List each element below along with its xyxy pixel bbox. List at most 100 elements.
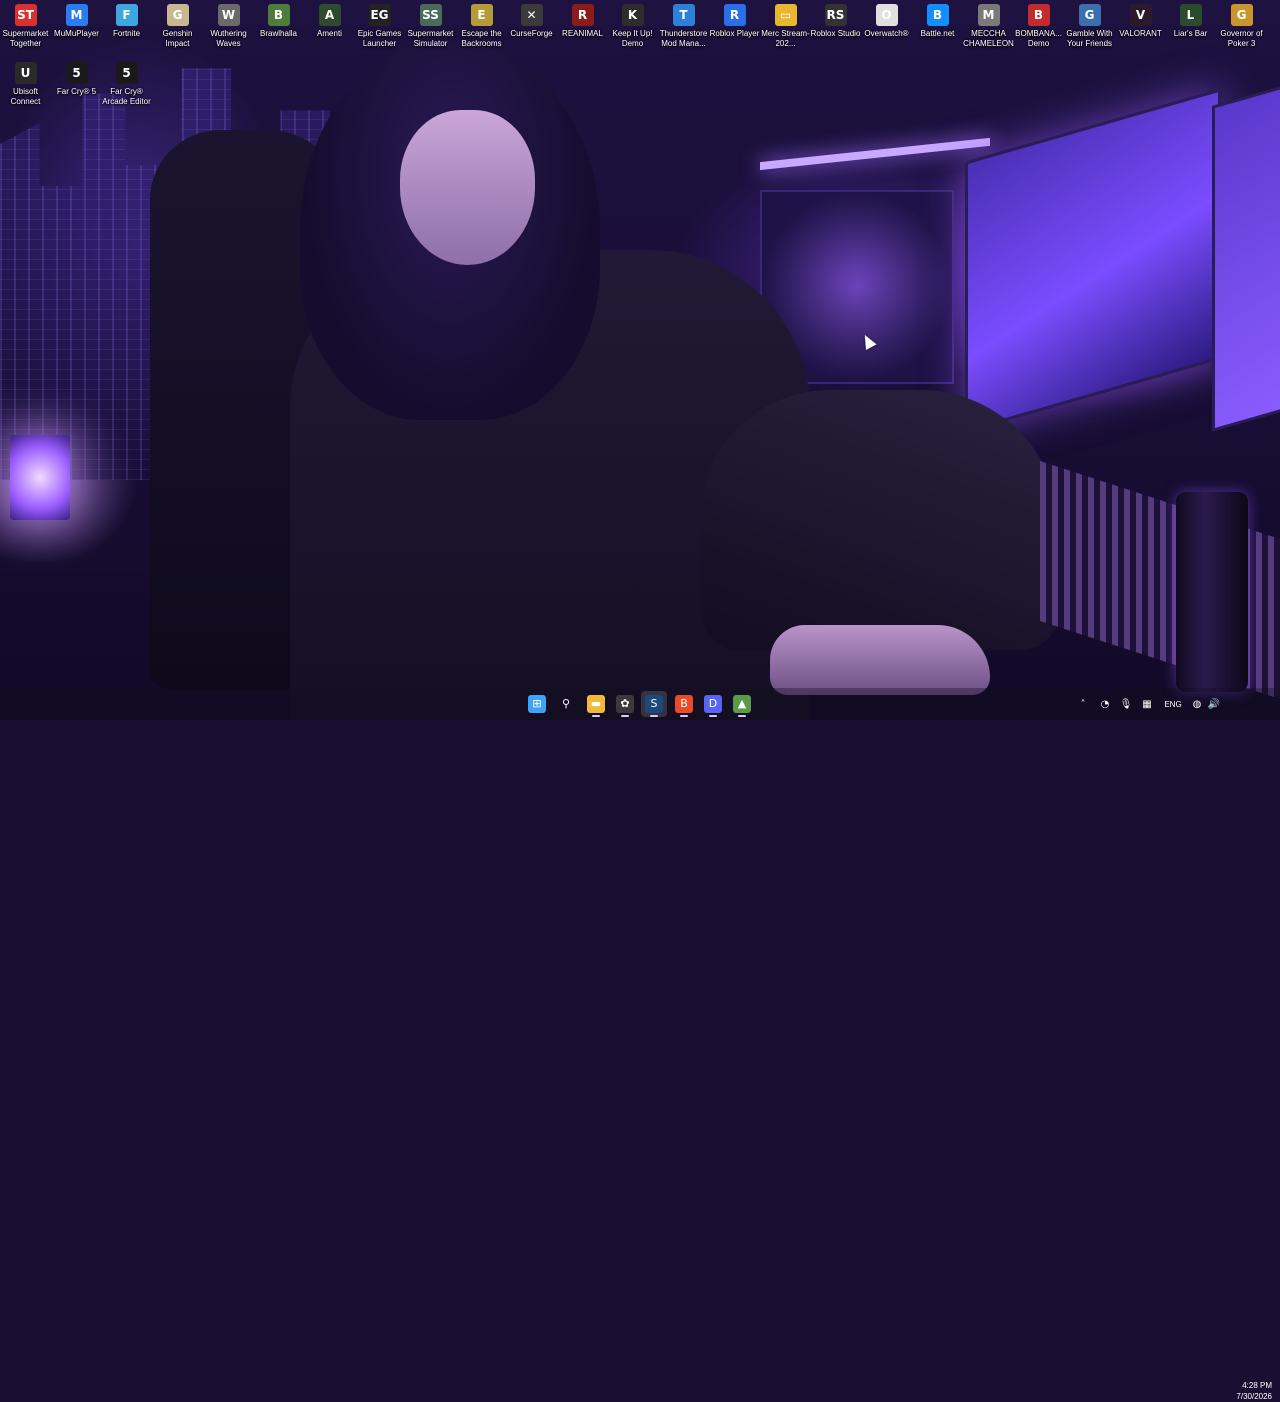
keyboard-icon[interactable]: ▦ (1140, 688, 1154, 720)
desktop-icon[interactable]: 5 Far Cry® 5 (51, 58, 102, 108)
curseforge-icon: ✕ (520, 4, 543, 26)
desktop-icon[interactable]: R Roblox Player (709, 0, 760, 50)
desktop-icon-label: MECCHA CHAMELEON (963, 29, 1014, 48)
thunderstore-icon: T (672, 4, 695, 26)
wuthering-waves-icon: W (217, 4, 240, 26)
desktop-icon-label: Gamble With Your Friends (1066, 29, 1113, 48)
speaker-icon[interactable]: 🔊 (1207, 688, 1221, 720)
desktop-icon-label: Genshin Impact (162, 29, 193, 48)
desktop-icon[interactable]: ▭ Merc Stream-202... (760, 0, 811, 50)
bombana-icon: B (1027, 4, 1050, 26)
meccha-chameleon-icon: M (977, 4, 1000, 26)
language-indicator[interactable]: ENG (1160, 688, 1186, 720)
desktop-icon-label: REANIMAL (562, 29, 603, 38)
taskbar-app-start[interactable]: ⊞ (524, 691, 550, 717)
desktop-icon[interactable]: RS Roblox Studio (810, 0, 861, 50)
desktop-icon[interactable]: B BOMBANA... Demo (1013, 0, 1064, 50)
keep-it-up-icon: K (621, 4, 644, 26)
desktop-icon[interactable]: M MECCHA CHAMELEON (963, 0, 1014, 50)
running-indicator (709, 715, 717, 717)
desktop-icon-label: CurseForge (510, 29, 553, 38)
discord-icon: D (704, 695, 722, 713)
taskbar-app-brave[interactable]: B (671, 691, 697, 717)
supermarket-simulator-icon: SS (419, 4, 442, 26)
desktop-icon[interactable]: E Escape the Backrooms (456, 0, 507, 50)
taskbar-app-discord[interactable]: D (700, 691, 726, 717)
desktop-icon-label: Merc Stream-202... (761, 29, 810, 48)
desktop-icon-label: Liar's Bar (1173, 29, 1208, 38)
desktop-icon[interactable]: EG Epic Games Launcher (354, 0, 405, 50)
wallpaper-character-face (400, 110, 535, 265)
desktop-icon[interactable]: G Genshin Impact (152, 0, 203, 50)
wifi-icon[interactable]: ◍ (1190, 688, 1204, 720)
desktop-icon[interactable]: A Amenti (304, 0, 355, 50)
desktop-icon[interactable]: ST Supermarket Together (0, 0, 51, 50)
desktop-icon[interactable]: 5 Far Cry® Arcade Editor (101, 58, 152, 108)
desktop-icon-label: Governor of Poker 3 (1220, 29, 1263, 48)
folder-icon: ▭ (774, 4, 797, 26)
clock[interactable]: 4:28 PM 7/30/2026 (1228, 1380, 1272, 1402)
wallpaper-lantern (10, 435, 70, 520)
desktop-icon-grid: ST Supermarket Together M MuMuPlayer F Fortni… (0, 0, 1280, 110)
taskbar-app-search[interactable]: ⚲ (553, 691, 579, 717)
desktop-icon-label: VALORANT (1119, 29, 1162, 38)
mumuplayer-icon: M (65, 4, 88, 26)
running-indicator (680, 715, 688, 717)
desktop-icon[interactable]: K Keep It Up! Demo (607, 0, 658, 50)
taskbar-app-chatgpt[interactable]: ✿ (612, 691, 638, 717)
microphone-icon[interactable]: 🎙 (1119, 688, 1133, 720)
taskbar-app-file-explorer[interactable]: ▬ (583, 691, 609, 717)
running-indicator (738, 715, 746, 717)
desktop-icon-label: Fortnite (112, 29, 141, 38)
desktop-icon[interactable]: R REANIMAL (557, 0, 608, 50)
desktop-icon-label: Supermarket Together (2, 29, 49, 48)
green-app-icon: ▲ (733, 695, 751, 713)
desktop-icon[interactable]: B Battle.net (912, 0, 963, 50)
wallpaper-energy-can (1176, 492, 1248, 692)
desktop-icon[interactable]: O Overwatch® (861, 0, 912, 50)
desktop-icon[interactable]: G Gamble With Your Friends (1064, 0, 1115, 50)
epic-games-icon: EG (368, 4, 391, 26)
wallpaper-monitor-side (1212, 84, 1280, 432)
network-status-icon[interactable]: ◔ (1097, 688, 1113, 720)
desktop-icon[interactable]: W Wuthering Waves (203, 0, 254, 50)
wallpaper-character-hand (770, 625, 990, 695)
desktop-icon-label: Ubisoft Connect (10, 87, 41, 106)
desktop-icon-label: Wuthering Waves (210, 29, 247, 48)
chevron-up-icon[interactable]: ˄ (1076, 688, 1090, 720)
governor-poker-icon: G (1230, 4, 1253, 26)
fortnite-icon: F (115, 4, 138, 26)
desktop-icon[interactable]: U Ubisoft Connect (0, 58, 51, 108)
wallpaper-character-leg (700, 390, 1060, 650)
desktop-icon[interactable]: L Liar's Bar (1165, 0, 1216, 50)
desktop-icon-label: BOMBANA... Demo (1015, 29, 1062, 48)
roblox-player-icon: R (723, 4, 746, 26)
desktop-icon[interactable]: B Brawlhalla (253, 0, 304, 50)
desktop-icon[interactable]: F Fortnite (101, 0, 152, 50)
taskbar: ˄ ◔ 🎙 ▦ ENG ◍ 🔊 4:28 PM 7/30/2026 ⊞ ⚲ ▬ ✿ S B… (0, 688, 1280, 1401)
file-explorer-icon: ▬ (587, 695, 605, 713)
desktop-icon-label: Roblox Player (709, 29, 760, 38)
steam-icon: S (645, 695, 663, 713)
search-icon: ⚲ (561, 697, 571, 710)
clock-time: 4:28 PM (1242, 1381, 1272, 1390)
desktop-icon-label: Epic Games Launcher (357, 29, 402, 48)
desktop-icon-label: Amenti (317, 29, 342, 38)
windows-start-icon: ⊞ (528, 695, 546, 713)
desktop-icon[interactable]: T Thunderstore Mod Mana... (658, 0, 709, 50)
desktop-icon-label: Battle.net (920, 29, 955, 38)
clock-date: 7/30/2026 (1236, 1392, 1272, 1401)
desktop-icon[interactable]: G Governor of Poker 3 (1216, 0, 1267, 50)
desktop-icon[interactable]: M MuMuPlayer (51, 0, 102, 50)
taskbar-app-app[interactable]: ▲ (729, 691, 755, 717)
taskbar-app-steam[interactable]: S (641, 691, 667, 717)
desktop-icon[interactable]: ✕ CurseForge (506, 0, 557, 50)
desktop-icon[interactable]: V VALORANT (1115, 0, 1166, 50)
far-cry-5-icon: 5 (65, 62, 88, 84)
desktop-icon-label: Roblox Studio (810, 29, 861, 38)
overwatch-icon: O (875, 4, 898, 26)
desktop-icon-label: Overwatch® (864, 29, 909, 38)
desktop-icon-label: Supermarket Simulator (407, 29, 454, 48)
desktop-icon[interactable]: SS Supermarket Simulator (405, 0, 456, 50)
valorant-icon: V (1129, 4, 1152, 26)
